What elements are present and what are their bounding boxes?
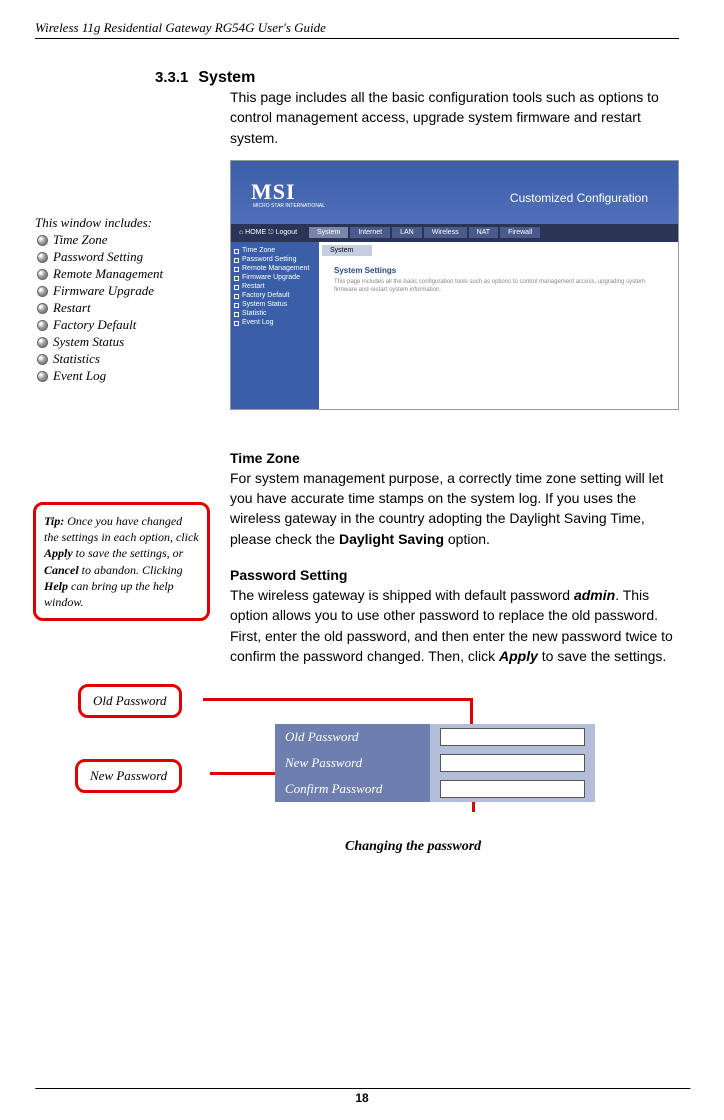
config-screenshot: MSI MICRO STAR INTERNATIONAL Customized … xyxy=(230,160,679,410)
page-header: Wireless 11g Residential Gateway RG54G U… xyxy=(35,20,679,39)
password-diagram: Old Password New Password Old Password N… xyxy=(35,684,679,864)
content-pane: System System Settings This page include… xyxy=(319,242,678,410)
menu-item[interactable]: Statistic xyxy=(234,309,316,318)
banner-label: Customized Configuration xyxy=(510,191,648,205)
menu-item[interactable]: Password Setting xyxy=(234,255,316,264)
msi-banner: MSI MICRO STAR INTERNATIONAL Customized … xyxy=(231,161,678,224)
old-password-callout: Old Password xyxy=(78,684,182,718)
new-password-input[interactable] xyxy=(440,754,585,772)
sidebar-item-label: Time Zone xyxy=(53,232,108,248)
sidebar-item-label: Event Log xyxy=(53,368,106,384)
nav-tab-nat[interactable]: NAT xyxy=(469,227,498,238)
nav-tab-lan[interactable]: LAN xyxy=(392,227,422,238)
section-heading: 3.3.1 System xyxy=(155,69,679,87)
bullet-icon xyxy=(35,371,49,381)
nav-home[interactable]: ⌂ HOME ⎋ Logout xyxy=(239,229,297,237)
nav-tab-internet[interactable]: Internet xyxy=(350,227,390,238)
bullet-icon xyxy=(35,286,49,296)
menu-item[interactable]: Firmware Upgrade xyxy=(234,273,316,282)
nav-tab-system[interactable]: System xyxy=(309,227,348,238)
menu-item[interactable]: Event Log xyxy=(234,318,316,327)
new-password-callout: New Password xyxy=(75,759,182,793)
sidebar-item-label: Statistics xyxy=(53,351,100,367)
sidebar-intro: This window includes: xyxy=(35,215,230,231)
menu-item[interactable]: Remote Management xyxy=(234,264,316,273)
menu-item[interactable]: System Status xyxy=(234,300,316,309)
msi-logo: MSI xyxy=(251,179,296,205)
bullet-icon xyxy=(35,320,49,330)
confirm-password-label: Confirm Password xyxy=(275,776,430,802)
bullet-icon xyxy=(35,235,49,245)
content-description: This page includes all the basic configu… xyxy=(319,279,678,295)
sidebar-item-label: Firmware Upgrade xyxy=(53,283,154,299)
window-includes-list: This window includes: Time Zone Password… xyxy=(35,160,230,410)
confirm-password-input[interactable] xyxy=(440,780,585,798)
nav-tab-wireless[interactable]: Wireless xyxy=(424,227,467,238)
sidebar-item-label: Factory Default xyxy=(53,317,136,333)
tip-callout: Tip: Once you have changed the settings … xyxy=(33,502,210,621)
bullet-icon xyxy=(35,354,49,364)
connector-line xyxy=(203,698,473,701)
bullet-icon xyxy=(35,303,49,313)
sidebar-item-label: Password Setting xyxy=(53,249,143,265)
sidebar-item-label: Remote Management xyxy=(53,266,163,282)
tip-label: Tip: xyxy=(44,514,64,528)
menu-item[interactable]: Time Zone xyxy=(234,246,316,255)
new-password-label: New Password xyxy=(275,750,430,776)
sidebar-item-label: Restart xyxy=(53,300,91,316)
page-number: 18 xyxy=(355,1091,368,1105)
section-title: System xyxy=(198,69,255,87)
old-password-input[interactable] xyxy=(440,728,585,746)
bullet-icon xyxy=(35,337,49,347)
content-tab[interactable]: System xyxy=(322,245,372,256)
nav-tab-firewall[interactable]: Firewall xyxy=(500,227,540,238)
left-menu: Time Zone Password Setting Remote Manage… xyxy=(231,242,319,410)
bullet-icon xyxy=(35,269,49,279)
msi-logo-subtitle: MICRO STAR INTERNATIONAL xyxy=(253,203,325,209)
password-heading: Password Setting xyxy=(230,567,679,583)
section-intro-text: This page includes all the basic configu… xyxy=(230,87,679,148)
password-text: The wireless gateway is shipped with def… xyxy=(230,585,679,666)
old-password-label: Old Password xyxy=(275,724,430,750)
password-form-image: Old Password New Password Confirm Passwo… xyxy=(275,724,595,802)
timezone-heading: Time Zone xyxy=(230,450,679,466)
menu-item[interactable]: Factory Default xyxy=(234,291,316,300)
diagram-caption: Changing the password xyxy=(345,839,481,855)
bullet-icon xyxy=(35,252,49,262)
sidebar-item-label: System Status xyxy=(53,334,124,350)
nav-bar: ⌂ HOME ⎋ Logout System Internet LAN Wire… xyxy=(231,224,678,242)
section-number: 3.3.1 xyxy=(155,69,188,86)
content-title: System Settings xyxy=(319,266,678,275)
menu-item[interactable]: Restart xyxy=(234,282,316,291)
timezone-text: For system management purpose, a correct… xyxy=(230,468,679,549)
